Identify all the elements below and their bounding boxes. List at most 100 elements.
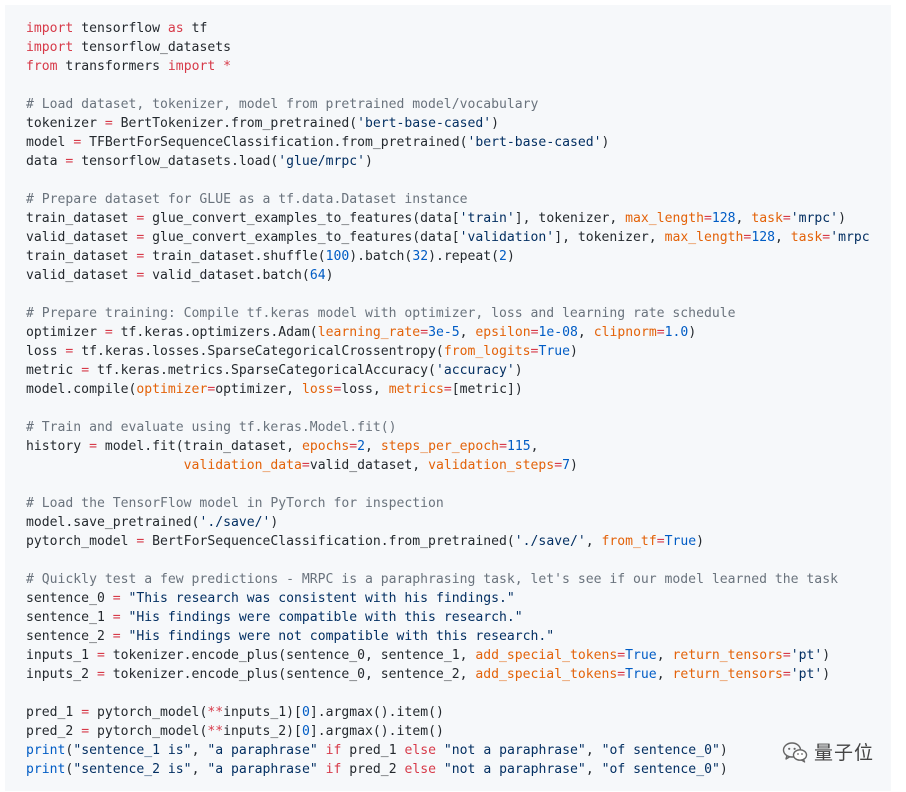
code-token-plain: ,: [656, 667, 673, 682]
code-token-keyword: =: [443, 382, 452, 397]
code-token-plain: history: [26, 439, 90, 454]
code-token-plain: ): [601, 135, 610, 150]
code-token-argument: epsilon: [475, 325, 531, 340]
code-token-number: 7: [562, 458, 570, 473]
code-token-keyword: import: [167, 59, 216, 74]
code-token-plain: ): [270, 515, 279, 530]
code-token-plain: metric: [26, 363, 82, 378]
code-token-number: 3e-5: [428, 325, 460, 340]
code-token-number: 2: [357, 439, 366, 454]
code-token-keyword: =: [782, 211, 791, 226]
code-token-comment: # Load the TensorFlow model in PyTorch f…: [26, 496, 444, 511]
code-token-string: "not a paraphrase": [443, 743, 586, 758]
code-token-plain: loss,: [341, 382, 389, 397]
code-token-keyword: =: [782, 667, 791, 682]
code-token-plain: ,: [577, 325, 594, 340]
code-token-string: "of sentence_0": [601, 743, 720, 758]
code-token-number: 128: [751, 230, 775, 245]
code-token-builtin: True: [664, 534, 697, 549]
code-token-plain: model.compile(: [26, 382, 137, 397]
code-token-argument: task: [751, 211, 783, 226]
code-token-keyword: =: [81, 705, 90, 720]
code-token-plain: inputs_1)[: [223, 705, 302, 720]
code-token-string: './save/': [199, 515, 271, 530]
code-line: # Prepare training: Compile tf.keras mod…: [26, 304, 870, 323]
code-token-keyword: =: [656, 534, 665, 549]
code-line: print("sentence_2 is", "a paraphrase" if…: [26, 760, 870, 779]
code-token-keyword: import: [26, 40, 74, 55]
code-token-string: "a paraphrase": [207, 762, 318, 777]
code-line: optimizer = tf.keras.optimizers.Adam(lea…: [26, 323, 870, 342]
code-line: pytorch_model = BertForSequenceClassific…: [26, 532, 870, 551]
code-token-keyword: =: [96, 648, 105, 663]
code-token-plain: ): [696, 534, 705, 549]
code-token-plain: sentence_2: [26, 629, 113, 644]
code-line: model.compile(optimizer=optimizer, loss=…: [26, 380, 870, 399]
code-token-number: 1.0: [664, 325, 689, 340]
code-token-keyword: as: [167, 21, 184, 36]
code-token-keyword: from: [26, 59, 58, 74]
code-token-argument: add_special_tokens: [475, 667, 618, 682]
code-token-plain: inputs_1: [26, 648, 97, 663]
code-token-plain: valid_dataset,: [309, 458, 429, 473]
code-token-plain: pred_1: [26, 705, 82, 720]
code-token-keyword: =: [617, 667, 626, 682]
code-token-string: 'train': [459, 211, 515, 226]
code-token-number: 100: [325, 249, 350, 264]
code-token-argument: from_tf: [601, 534, 657, 549]
code-token-keyword: **: [207, 724, 224, 739]
code-token-plain: ,: [735, 211, 752, 226]
code-token-keyword: =: [112, 591, 121, 606]
code-line: # Train and evaluate using tf.keras.Mode…: [26, 418, 870, 437]
code-token-keyword: =: [104, 116, 113, 131]
code-line: train_dataset = glue_convert_examples_to…: [26, 209, 870, 228]
code-token-plain: pytorch_model(: [89, 705, 208, 720]
code-token-builtin: True: [538, 344, 570, 359]
code-token-comment: # Prepare dataset for GLUE as a tf.data.…: [26, 192, 468, 207]
code-token-number: 0: [301, 724, 310, 739]
code-line: inputs_1 = tokenizer.encode_plus(sentenc…: [26, 646, 870, 665]
code-block: import tensorflow as tf import tensorflow…: [26, 19, 870, 779]
code-token-plain: ,: [585, 762, 602, 777]
code-panel: import tensorflow as tf import tensorflow…: [5, 5, 891, 791]
code-token-plain: ,: [656, 648, 673, 663]
code-token-plain: ,: [585, 534, 602, 549]
code-line: sentence_2 = "His findings were not comp…: [26, 627, 870, 646]
code-token-plain: pred_1: [341, 743, 405, 758]
code-line: # Quickly test a few predictions - MRPC …: [26, 570, 870, 589]
code-line: history = model.fit(train_dataset, epoch…: [26, 437, 870, 456]
code-token-plain: model.save_pretrained(: [26, 515, 200, 530]
code-token-plain: ], tokenizer,: [554, 230, 665, 245]
code-token-plain: data: [26, 154, 66, 169]
code-line: metric = tf.keras.metrics.SparseCategori…: [26, 361, 870, 380]
code-line: loss = tf.keras.losses.SparseCategorical…: [26, 342, 870, 361]
code-token-builtin: print: [26, 743, 66, 758]
code-token-argument: task: [790, 230, 823, 245]
code-token-number: 32: [412, 249, 429, 264]
code-token-plain: ): [491, 116, 500, 131]
code-line: validation_data=valid_dataset, validatio…: [26, 456, 870, 475]
code-token-argument: max_length: [664, 230, 744, 245]
code-token-plain: tensorflow_datasets.load(: [73, 154, 279, 169]
code-token-argument: loss: [301, 382, 334, 397]
code-token-plain: tokenizer.encode_plus(sentence_0, senten…: [104, 648, 476, 663]
code-token-plain: train_dataset: [26, 249, 137, 264]
code-token-string: 'mrpc': [790, 211, 839, 226]
code-token-plain: optimizer: [26, 325, 105, 340]
code-token-plain: ,: [530, 439, 539, 454]
code-line: import tensorflow as tf: [26, 19, 870, 38]
code-token-plain: ].argmax().item(): [309, 724, 444, 739]
code-token-builtin: True: [625, 667, 657, 682]
code-token-plain: pred_2: [26, 724, 82, 739]
code-token-keyword: =: [499, 439, 507, 454]
code-token-keyword: =: [420, 325, 429, 340]
code-line: pred_1 = pytorch_model(**inputs_1)[0].ar…: [26, 703, 870, 722]
code-token-plain: ): [569, 344, 578, 359]
code-token-string: 'bert-base-cased': [357, 116, 492, 131]
